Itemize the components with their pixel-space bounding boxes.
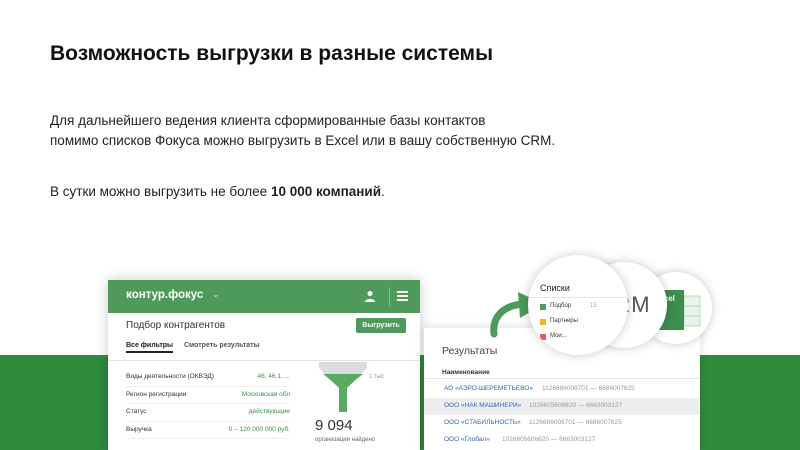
hamburger-menu-icon[interactable] <box>397 291 408 301</box>
slide-title: Возможность выгрузки в разные системы <box>50 42 494 65</box>
limit-suffix: . <box>381 184 385 199</box>
lists-circle: Списки Подбор 15 Партнеры Мои... <box>528 255 628 355</box>
list-color-marker <box>540 334 546 340</box>
filter-label: Статус <box>126 408 147 415</box>
intro-line-2: помимо списков Фокуса можно выгрузить в … <box>50 133 556 148</box>
tab-all-filters[interactable]: Все фильтры <box>126 342 174 353</box>
company-numbers: 1126686008701 — 6686007625 <box>529 419 622 426</box>
page-title: Подбор контрагентов <box>126 320 226 331</box>
kontur-focus-window: кοнтур.фокус ⌄ Подбор контрагентов Выгру… <box>108 280 420 450</box>
limit-paragraph: В сутки можно выгрузить не более 10 000 … <box>50 182 385 202</box>
filter-list: Виды деятельности (ОКВЭД) 46, 46.1, ... … <box>126 369 290 439</box>
filter-value[interactable]: действующие <box>249 408 290 415</box>
app-header: кοнтур.фокус ⌄ <box>108 280 420 313</box>
table-row[interactable]: ООО «СТАБИЛЬНОСТЬ» 1126686008701 — 66860… <box>424 415 700 432</box>
list-color-marker <box>540 304 546 310</box>
limit-value: 10 000 компаний <box>270 184 382 199</box>
company-link[interactable]: ООО «СТАБИЛЬНОСТЬ» <box>444 419 521 426</box>
company-numbers: 1126686008701 — 6686007625 <box>542 385 635 392</box>
company-numbers: 1026605606620 — 6663003127 <box>529 402 623 409</box>
list-item-label: Подбор <box>550 303 572 309</box>
export-button[interactable]: Выгрузить <box>356 318 406 333</box>
kontur-focus-logo[interactable]: кοнтур.фокус <box>126 289 203 301</box>
filter-value[interactable]: 0 – 120 000 000 руб. <box>229 426 290 433</box>
filter-label: Регион регистрации <box>126 390 187 398</box>
results-divider <box>424 378 700 379</box>
filter-label: Выручка <box>126 425 152 433</box>
funnel-scale-label: 1 тыс <box>369 374 385 380</box>
filter-row-activity[interactable]: Виды деятельности (ОКВЭД) 46, 46.1, ... <box>126 369 290 387</box>
list-item-count: 15 <box>590 303 597 309</box>
company-numbers: 1026605606620 — 6663003127 <box>502 436 596 443</box>
filter-row-revenue[interactable]: Выручка 0 – 120 000 000 руб. <box>126 422 290 439</box>
results-title: Результаты <box>442 345 498 357</box>
filter-value[interactable]: Московская обл <box>242 391 290 398</box>
results-column-header: Наименование <box>442 369 490 376</box>
header-divider <box>389 287 390 306</box>
filter-label: Виды деятельности (ОКВЭД) <box>126 373 214 380</box>
table-row[interactable]: АО «АЭРО-ШЕРЕМЕТЬЕВО» 1126686008701 — 66… <box>424 381 700 398</box>
company-link[interactable]: ООО «НАК МАШИНЕРИ» <box>444 402 521 409</box>
filter-row-region[interactable]: Регион регистрации Московская обл <box>126 387 290 404</box>
table-row[interactable]: ООО «Глобал» 1026605606620 — 6663003127 <box>424 432 700 449</box>
table-row-selected[interactable]: ООО «НАК МАШИНЕРИ» 1026605606620 — 66630… <box>424 398 700 415</box>
company-link[interactable]: АО «АЭРО-ШЕРЕМЕТЬЕВО» <box>444 385 533 392</box>
intro-line-1: Для дальнейшего ведения клиента сформиро… <box>50 113 486 128</box>
list-item-label: Мои... <box>550 333 567 339</box>
list-item-label: Партнеры <box>550 318 578 324</box>
filter-value[interactable]: 46, 46.1, ... <box>257 373 290 380</box>
found-count-label: организации найдено <box>315 437 376 443</box>
lists-title: Списки <box>540 283 570 293</box>
company-link[interactable]: ООО «Глобал» <box>444 436 490 443</box>
filter-row-status[interactable]: Статус действующие <box>126 404 290 422</box>
list-color-marker <box>540 319 546 325</box>
tabs-divider <box>108 360 420 361</box>
tab-view-results[interactable]: Смотреть результаты <box>184 342 260 349</box>
limit-prefix: В сутки можно выгрузить не более <box>50 184 271 199</box>
lists-divider <box>528 297 628 298</box>
funnel-icon <box>319 362 367 412</box>
found-count: 9 094 <box>315 417 353 434</box>
user-icon[interactable] <box>364 290 376 302</box>
chevron-down-icon[interactable]: ⌄ <box>212 289 220 300</box>
intro-paragraph: Для дальнейшего ведения клиента сформиро… <box>50 111 555 151</box>
